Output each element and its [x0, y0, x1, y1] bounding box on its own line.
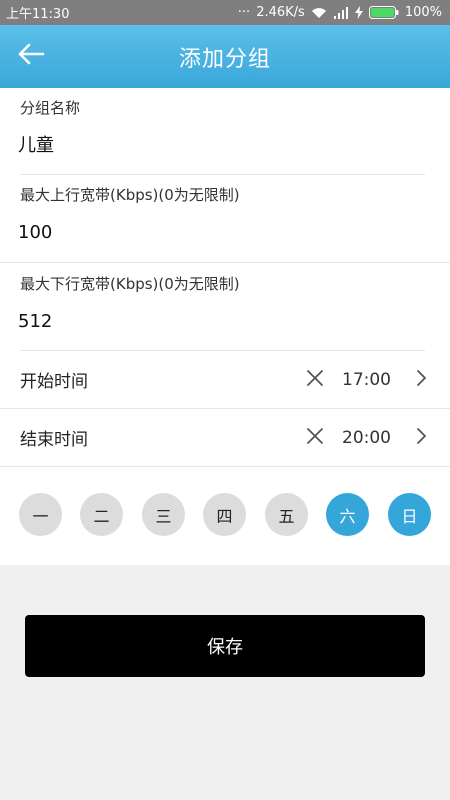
weekday-selector: 一 二 三 四 五 六 日	[0, 493, 450, 538]
weekday-thu[interactable]: 四	[203, 493, 246, 536]
weekday-mon[interactable]: 一	[19, 493, 62, 536]
group-name-field: 分组名称	[0, 88, 450, 175]
start-time-row[interactable]: 开始时间 17:00	[0, 351, 450, 408]
add-group-form: 分组名称 最大上行宽带(Kbps)(0为无限制) 最大下行宽带(Kbps)(0为…	[0, 88, 450, 565]
save-button[interactable]: 保存	[25, 615, 425, 677]
end-time-value: 20:00	[342, 427, 391, 448]
download-bandwidth-input[interactable]	[18, 304, 418, 338]
signal-icon	[333, 6, 349, 19]
chevron-right-icon	[416, 370, 426, 390]
battery-level: 100%	[404, 5, 442, 20]
weekday-sat[interactable]: 六	[326, 493, 369, 536]
end-time-row[interactable]: 结束时间 20:00	[0, 409, 450, 466]
close-icon	[306, 369, 324, 391]
title-bar: 添加分组	[0, 25, 450, 88]
start-time-chevron[interactable]	[412, 369, 430, 391]
start-time-label: 开始时间	[20, 372, 88, 392]
network-speed: 2.46K/s	[256, 5, 305, 20]
status-dots: ···	[237, 5, 251, 20]
wifi-icon	[311, 7, 327, 19]
download-bandwidth-field: 最大下行宽带(Kbps)(0为无限制)	[0, 263, 450, 351]
status-time: 上午11:30	[6, 7, 70, 22]
download-bandwidth-label: 最大下行宽带(Kbps)(0为无限制)	[20, 275, 240, 293]
upload-bandwidth-label: 最大上行宽带(Kbps)(0为无限制)	[20, 186, 240, 204]
end-time-chevron[interactable]	[412, 427, 430, 449]
upload-bandwidth-field: 最大上行宽带(Kbps)(0为无限制)	[0, 175, 450, 263]
weekday-fri[interactable]: 五	[265, 493, 308, 536]
start-time-value: 17:00	[342, 369, 391, 390]
page-title: 添加分组	[178, 46, 271, 72]
close-icon	[306, 427, 324, 449]
weekday-tue[interactable]: 二	[80, 493, 123, 536]
status-bar: 上午11:30 ··· 2.46K/s 100%	[0, 0, 450, 25]
end-time-label: 结束时间	[20, 430, 88, 450]
battery-icon	[368, 6, 399, 19]
charging-icon	[354, 6, 363, 19]
weekday-sun[interactable]: 日	[388, 493, 431, 536]
upload-bandwidth-input[interactable]	[18, 215, 418, 249]
group-name-input[interactable]	[18, 127, 418, 161]
chevron-right-icon	[416, 428, 426, 448]
end-time-clear-button[interactable]	[302, 425, 328, 451]
start-time-clear-button[interactable]	[302, 367, 328, 393]
group-name-label: 分组名称	[20, 99, 81, 117]
divider	[0, 466, 450, 467]
weekday-wed[interactable]: 三	[142, 493, 185, 536]
